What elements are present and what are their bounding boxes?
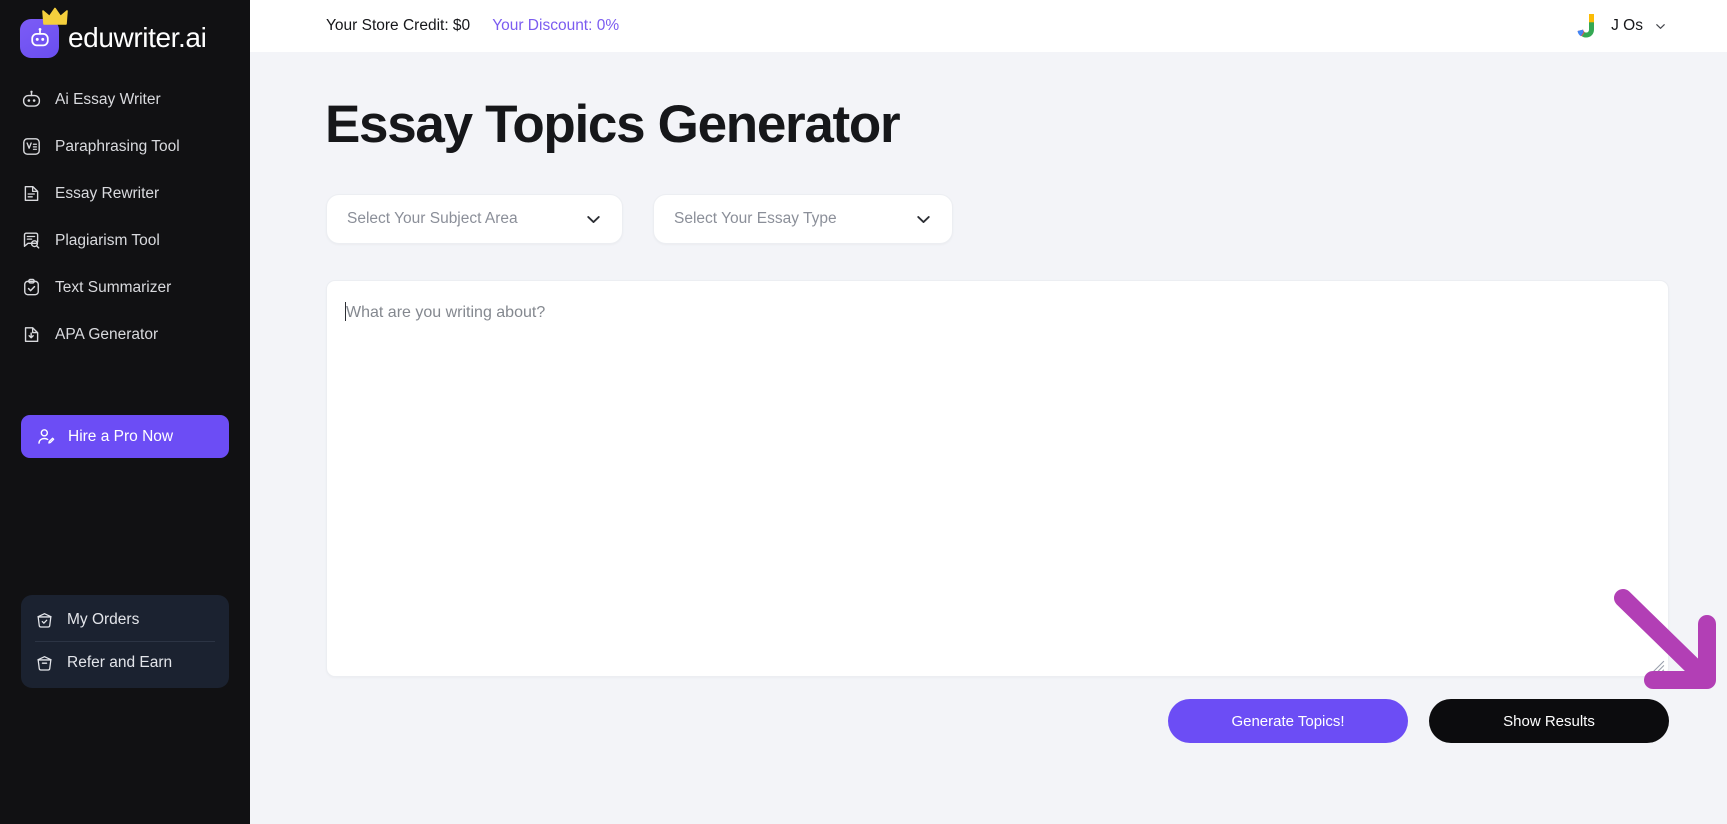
sidebar-item-label: Ai Essay Writer: [55, 90, 161, 108]
sidebar-item-label: Refer and Earn: [67, 654, 173, 671]
sidebar-item-essay-rewriter[interactable]: Essay Rewriter: [8, 170, 242, 217]
generate-topics-button[interactable]: Generate Topics!: [1168, 699, 1408, 743]
basket-icon: [37, 655, 52, 671]
chevron-down-icon: [587, 215, 600, 223]
sidebar-bottom-card: My Orders Refer and Earn: [21, 595, 229, 688]
robot-icon: [21, 89, 42, 110]
robot-crown-logo-icon: [20, 7, 68, 58]
file-download-icon: [21, 324, 42, 345]
basket-check-icon: [37, 612, 52, 628]
sidebar-item-label: Paraphrasing Tool: [55, 137, 180, 155]
hire-a-pro-label: Hire a Pro Now: [68, 427, 174, 445]
robot-icon: [30, 28, 49, 47]
subject-area-placeholder: Select Your Subject Area: [347, 210, 518, 227]
subject-area-select[interactable]: Select Your Subject Area: [326, 194, 623, 244]
app-root: eduwriter.ai Ai Essay Writer Paraphrasin…: [0, 0, 1727, 824]
sidebar-item-label: APA Generator: [55, 325, 159, 343]
message-search-icon: [21, 230, 42, 251]
chevron-down-icon: [917, 215, 930, 223]
sidebar-item-label: My Orders: [67, 611, 140, 628]
sidebar-item-label: Text Summarizer: [55, 278, 172, 296]
essay-topic-placeholder: What are you writing about?: [346, 304, 546, 321]
sidebar-item-my-orders[interactable]: My Orders: [21, 599, 229, 641]
user-edit-icon: [38, 428, 55, 444]
select-row: Select Your Subject Area Select Your Ess…: [250, 155, 1727, 244]
sidebar-item-refer-and-earn[interactable]: Refer and Earn: [21, 642, 229, 684]
document-lines-icon: [21, 183, 42, 204]
page-title: Essay Topics Generator: [325, 95, 901, 154]
essay-topic-textarea[interactable]: What are you writing about?: [326, 280, 1669, 677]
sidebar-item-text-summarizer[interactable]: Text Summarizer: [8, 264, 242, 311]
sidebar-item-label: Essay Rewriter: [55, 184, 160, 202]
hire-a-pro-button[interactable]: Hire a Pro Now: [21, 415, 229, 458]
discount-link[interactable]: Your Discount: 0%: [492, 17, 619, 35]
sidebar-item-apa-generator[interactable]: APA Generator: [8, 311, 242, 358]
essay-type-placeholder: Select Your Essay Type: [674, 210, 837, 227]
topbar: Your Store Credit: $0 Your Discount: 0% …: [250, 0, 1727, 52]
user-menu[interactable]: J Os: [1572, 11, 1691, 41]
resize-grip-handle[interactable]: [1652, 660, 1665, 673]
show-results-button[interactable]: Show Results: [1429, 699, 1669, 743]
sidebar-item-plagiarism-tool[interactable]: Plagiarism Tool: [8, 217, 242, 264]
sidebar-item-paraphrasing-tool[interactable]: Paraphrasing Tool: [8, 123, 242, 170]
brand-name: eduwriter.ai: [68, 22, 207, 53]
essay-type-select[interactable]: Select Your Essay Type: [653, 194, 953, 244]
chevron-down-icon: [1656, 23, 1665, 29]
user-name-label: J Os: [1611, 17, 1643, 34]
store-credit-label: Your Store Credit: $0: [326, 17, 471, 34]
sidebar-item-label: Plagiarism Tool: [55, 231, 160, 249]
paraphrase-box-icon: [21, 136, 42, 157]
crown-icon: [42, 7, 68, 25]
clipboard-check-icon: [21, 277, 42, 298]
google-j-avatar-icon: [1577, 14, 1595, 38]
main-content: Your Store Credit: $0 Your Discount: 0% …: [250, 0, 1727, 824]
sidebar-nav: Ai Essay Writer Paraphrasing Tool Essay …: [0, 76, 250, 358]
action-buttons: Generate Topics! Show Results: [250, 677, 1727, 743]
sidebar-item-ai-essay-writer[interactable]: Ai Essay Writer: [8, 76, 242, 123]
editor-wrapper: What are you writing about?: [250, 244, 1727, 677]
sidebar: eduwriter.ai Ai Essay Writer Paraphrasin…: [0, 0, 250, 824]
brand-logo[interactable]: eduwriter.ai: [0, 0, 250, 62]
